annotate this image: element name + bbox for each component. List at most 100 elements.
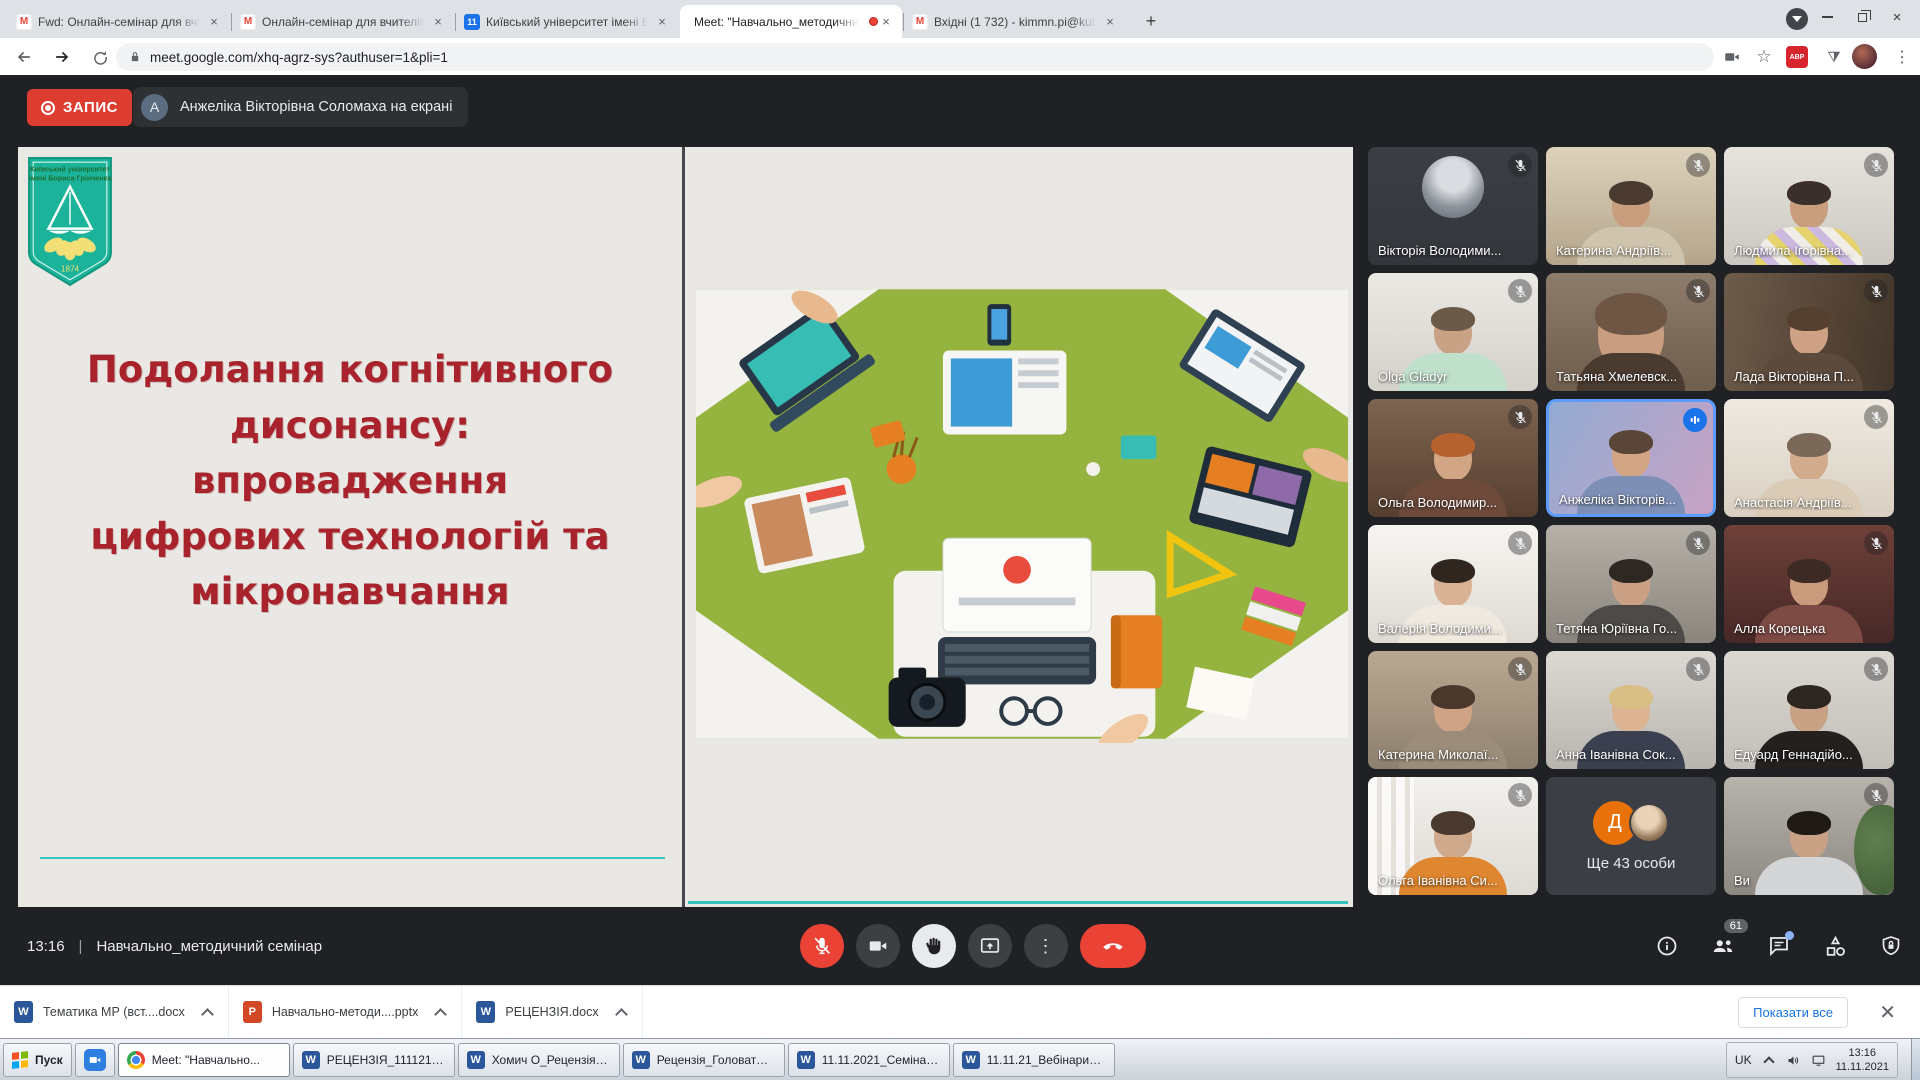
start-button[interactable]: Пуск: [3, 1043, 72, 1077]
chevron-up-icon[interactable]: [434, 1008, 447, 1021]
participant-name: Ви: [1734, 873, 1886, 888]
adblock-extension-icon[interactable]: ABP: [1786, 46, 1808, 68]
profile-avatar[interactable]: [1852, 44, 1877, 69]
meeting-details-button[interactable]: [1652, 931, 1682, 961]
participant-tile[interactable]: Olga Gladyr: [1368, 273, 1538, 391]
download-filename: Навчально-методи....pptx: [272, 1005, 419, 1019]
mic-off-icon: [1508, 657, 1532, 681]
presentation-slide[interactable]: Київський університет імені Бориса Грінч…: [18, 147, 1353, 907]
participant-tile[interactable]: Катерина Андріїв...: [1546, 147, 1716, 265]
participant-tile[interactable]: Валерія Володими...: [1368, 525, 1538, 643]
participant-tile[interactable]: Едуард Геннадійо...: [1724, 651, 1894, 769]
participant-tile[interactable]: Тетяна Юріївна Го...: [1546, 525, 1716, 643]
address-bar[interactable]: meet.google.com/xhq-agrz-sys?authuser=1&…: [116, 43, 1714, 71]
tab-close-icon[interactable]: ×: [654, 14, 670, 30]
participant-tile[interactable]: Ольга Володимир...: [1368, 399, 1538, 517]
tab-close-icon[interactable]: ×: [1102, 14, 1118, 30]
participant-tile[interactable]: Анна Іванівна Сок...: [1546, 651, 1716, 769]
participant-name: Валерія Володими...: [1378, 621, 1530, 636]
more-participants-tile[interactable]: Д Ще 43 особи: [1546, 777, 1716, 895]
tab-close-icon[interactable]: ×: [430, 14, 446, 30]
window-minimize-button[interactable]: [1812, 4, 1842, 30]
host-controls-button[interactable]: [1876, 931, 1906, 961]
word-icon: W: [632, 1051, 650, 1069]
tab-title: Meet: "Навчально_методични: [694, 15, 859, 29]
tab-meet-active[interactable]: Meet: "Навчально_методични ×: [680, 5, 902, 38]
leave-call-button[interactable]: [1080, 924, 1146, 968]
avatar: [1629, 803, 1669, 843]
tab-title: Онлайн-семінар для вчителів іноз: [262, 15, 424, 29]
recording-dot-icon: [869, 17, 878, 26]
participant-name: Тетяна Юріївна Го...: [1556, 621, 1708, 636]
system-tray: UK 13:16 11.11.2021: [1726, 1042, 1898, 1078]
camera-in-use-icon[interactable]: [1718, 43, 1746, 71]
self-view-tile[interactable]: Ви: [1724, 777, 1894, 895]
participant-tile[interactable]: Алла Корецька: [1724, 525, 1894, 643]
desktop-screen: M Fwd: Онлайн-семінар для вчителі × M Он…: [0, 0, 1920, 1080]
language-indicator[interactable]: UK: [1735, 1053, 1752, 1067]
chevron-up-icon[interactable]: [201, 1008, 214, 1021]
chevron-up-icon[interactable]: [615, 1008, 628, 1021]
mic-off-icon: [1508, 531, 1532, 555]
participant-tile[interactable]: Ольга Іванівна Си...: [1368, 777, 1538, 895]
participant-tile[interactable]: Анастасія Андріїв...: [1724, 399, 1894, 517]
word-file-icon: W: [14, 1001, 33, 1023]
more-options-button[interactable]: ⋮: [1024, 924, 1068, 968]
window-restore-button[interactable]: [1847, 4, 1877, 30]
taskbar-word-doc[interactable]: W РЕЦЕНЗІЯ_111121 - ...: [293, 1043, 455, 1077]
tab-gmail-seminar[interactable]: M Онлайн-семінар для вчителів іноз ×: [232, 5, 454, 38]
download-item[interactable]: W Тематика МР (вст....docx: [0, 986, 229, 1038]
show-desktop-button[interactable]: [1911, 1039, 1920, 1080]
reload-button[interactable]: [86, 43, 114, 71]
participant-name: Olga Gladyr: [1378, 369, 1530, 384]
tab-gmail-inbox[interactable]: M Вхідні (1 732) - kimmn.pi@kubg.ed ×: [904, 5, 1126, 38]
participant-tile[interactable]: Катерина Миколаї...: [1368, 651, 1538, 769]
tab-close-icon[interactable]: ×: [206, 14, 222, 30]
tab-search-button[interactable]: [1786, 8, 1808, 30]
taskbar-word-doc[interactable]: W 11.11.2021_Семінар...: [788, 1043, 950, 1077]
raise-hand-button[interactable]: [912, 924, 956, 968]
tab-gmail-fwd[interactable]: M Fwd: Онлайн-семінар для вчителі ×: [8, 5, 230, 38]
participant-tile[interactable]: Лада Вікторівна П...: [1724, 273, 1894, 391]
participant-tile[interactable]: Вікторія Володими...: [1368, 147, 1538, 265]
camera-toggle-button[interactable]: [856, 924, 900, 968]
close-downloads-bar-icon[interactable]: ✕: [1879, 1000, 1896, 1025]
more-participants-avatars: Д: [1593, 801, 1669, 845]
taskbar-camera-app[interactable]: [75, 1043, 115, 1077]
chat-button[interactable]: [1764, 931, 1794, 961]
tray-clock[interactable]: 13:16 11.11.2021: [1836, 1046, 1889, 1075]
tray-chevron-up-icon[interactable]: [1761, 1052, 1777, 1068]
back-button[interactable]: [10, 43, 38, 71]
show-all-downloads-button[interactable]: Показати все: [1738, 997, 1848, 1028]
display-icon[interactable]: [1811, 1052, 1827, 1068]
window-close-button[interactable]: ×: [1882, 4, 1912, 30]
download-item[interactable]: W РЕЦЕНЗІЯ.docx: [462, 986, 642, 1038]
bookmark-star-icon[interactable]: ☆: [1750, 43, 1778, 71]
participant-tile-speaking[interactable]: Анжеліка Вікторів...: [1546, 399, 1716, 517]
taskbar-chrome-meet[interactable]: Meet: "Навчально...: [118, 1043, 290, 1077]
download-item[interactable]: P Навчально-методи....pptx: [229, 986, 463, 1038]
mic-off-icon: [1864, 405, 1888, 429]
mic-off-icon: [1864, 531, 1888, 555]
browser-menu-icon[interactable]: ⋮: [1888, 43, 1916, 71]
extensions-puzzle-icon[interactable]: ⧩: [1820, 43, 1848, 71]
participant-tile[interactable]: Людмила Ігорівна...: [1724, 147, 1894, 265]
taskbar-word-doc[interactable]: W 11.11.21_Вебінари_...: [953, 1043, 1115, 1077]
present-screen-button[interactable]: [968, 924, 1012, 968]
speaker-icon[interactable]: [1786, 1052, 1802, 1068]
tab-close-icon[interactable]: ×: [878, 14, 894, 30]
taskbar-word-doc[interactable]: W Хомич О_Рецензія [Р...: [458, 1043, 620, 1077]
mic-off-icon: [1686, 657, 1710, 681]
mic-off-icon: [1508, 153, 1532, 177]
word-icon: W: [797, 1051, 815, 1069]
word-file-icon: W: [476, 1001, 495, 1023]
participants-button[interactable]: 61: [1708, 931, 1738, 961]
mic-toggle-button[interactable]: [800, 924, 844, 968]
participant-tile[interactable]: Татьяна Хмелевск...: [1546, 273, 1716, 391]
recording-badge: ЗАПИС: [27, 89, 132, 126]
activities-button[interactable]: [1820, 931, 1850, 961]
taskbar-word-doc[interactable]: W Рецензія_Головатен...: [623, 1043, 785, 1077]
forward-button[interactable]: [48, 43, 76, 71]
new-tab-button[interactable]: +: [1138, 8, 1164, 34]
tab-calendar[interactable]: 11 Київський університет імені Борис ×: [456, 5, 678, 38]
